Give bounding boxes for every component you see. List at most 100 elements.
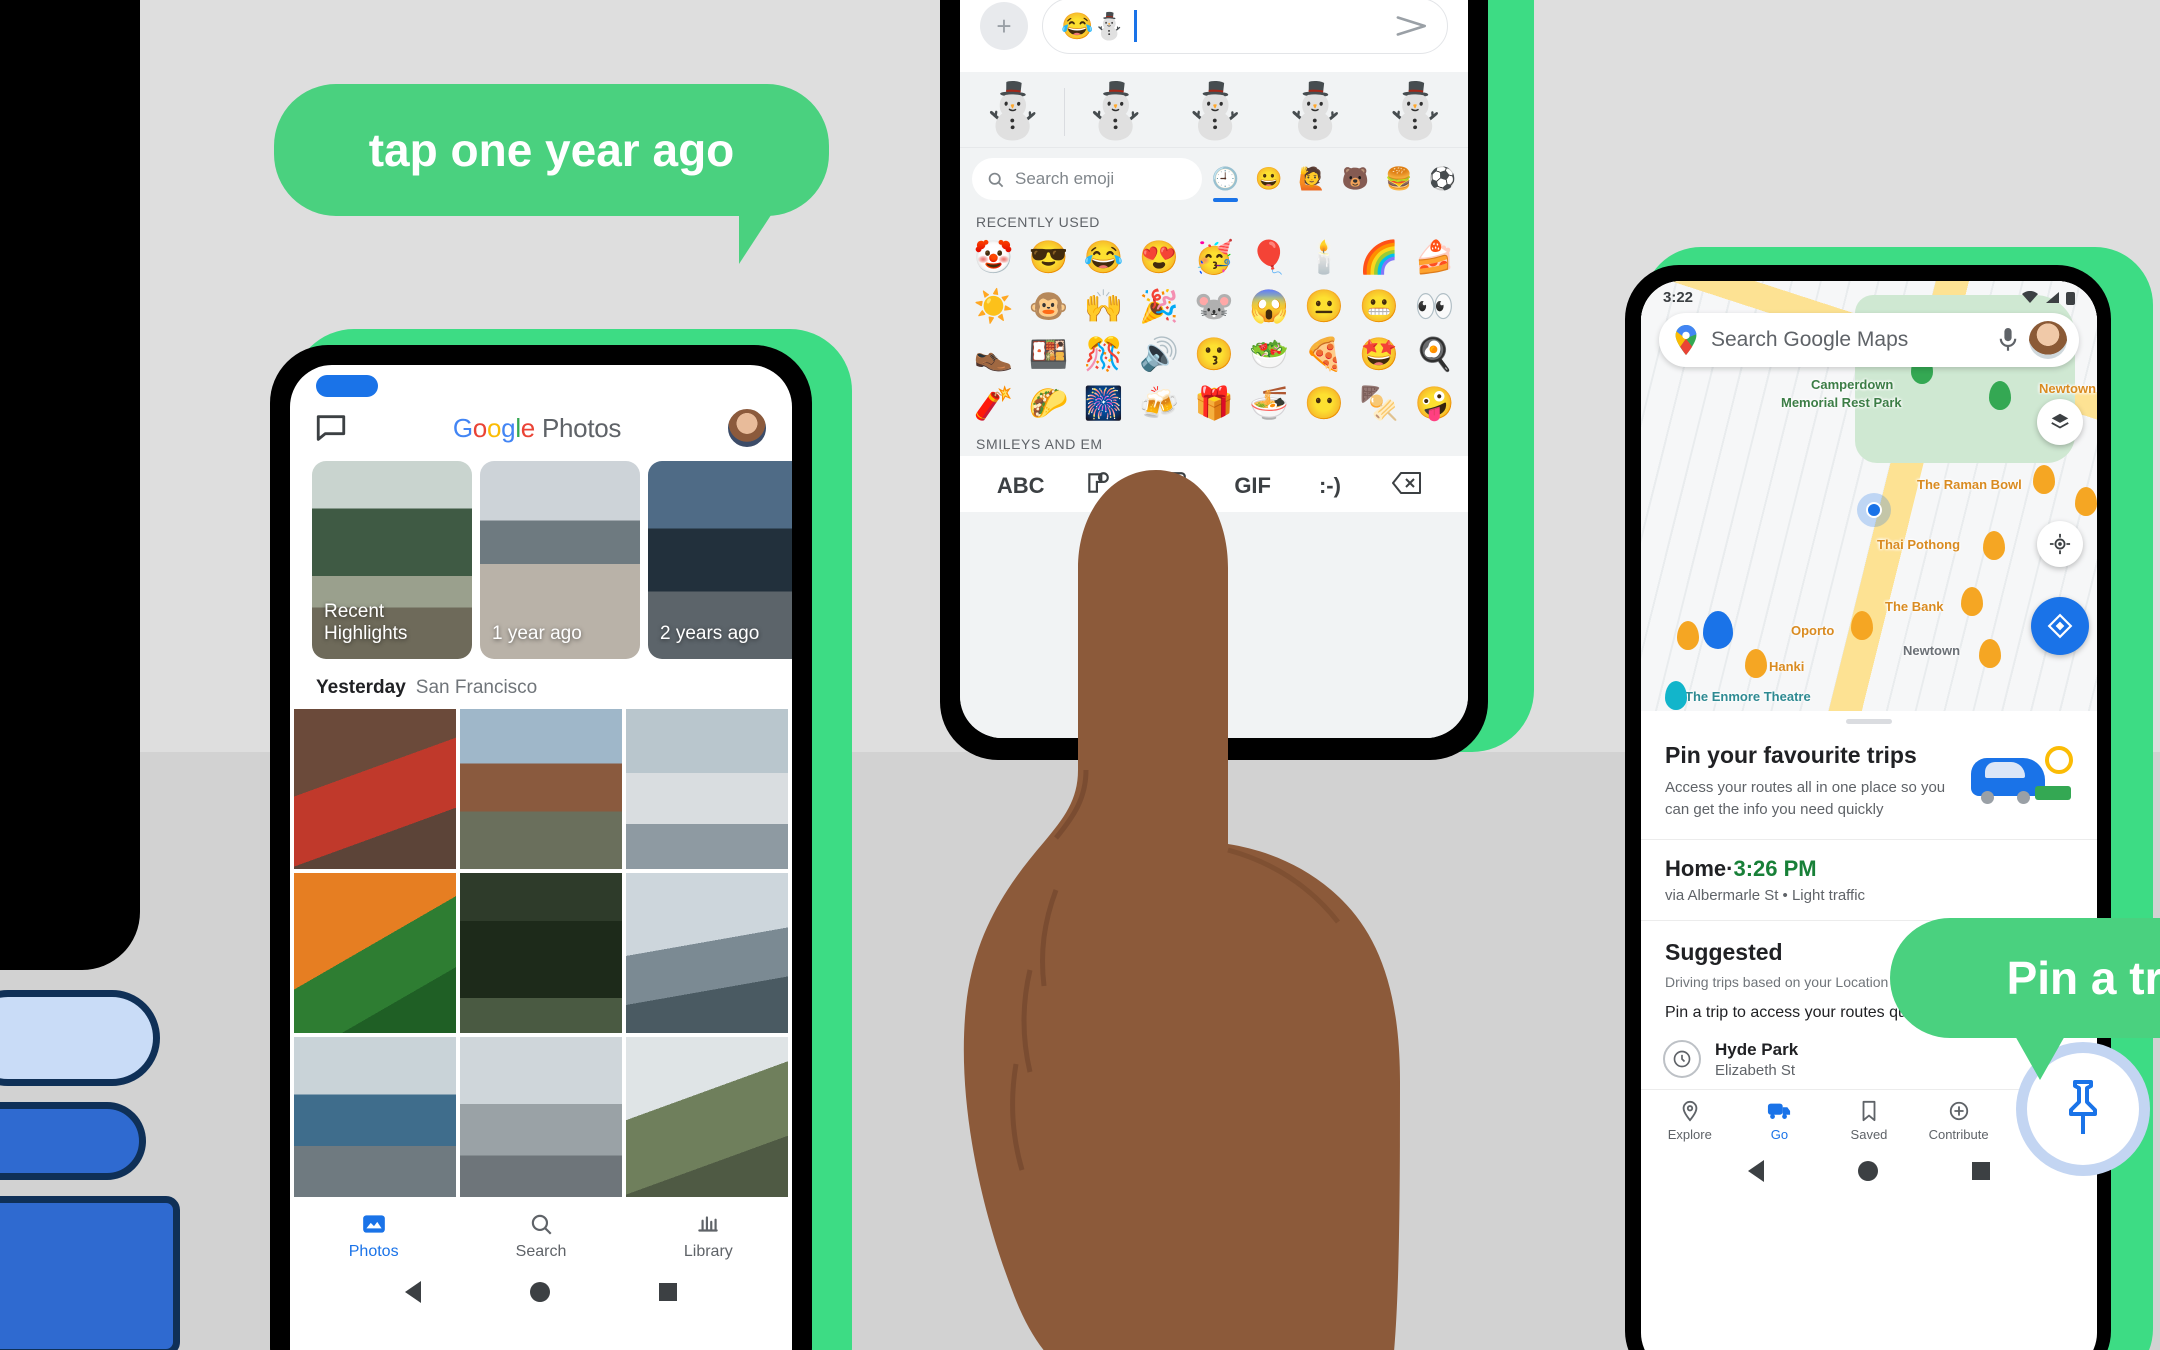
emoji-cell[interactable]: 🥳 bbox=[1186, 234, 1241, 280]
home-icon[interactable] bbox=[1858, 1160, 1878, 1181]
tab-explore[interactable]: Explore bbox=[1645, 1100, 1735, 1142]
emoji-category-tabs[interactable]: 🕘 😀 🙋 🐻 🍔 ⚽ bbox=[1212, 166, 1456, 203]
message-input[interactable]: 😂⛄ bbox=[1042, 0, 1448, 54]
photo-thumbnail[interactable] bbox=[294, 873, 456, 1033]
map-pin-hotel[interactable] bbox=[1703, 611, 1733, 649]
back-icon[interactable] bbox=[1748, 1159, 1764, 1182]
tab-library[interactable]: Library bbox=[625, 1211, 792, 1261]
map-pin[interactable] bbox=[2033, 465, 2055, 494]
photo-thumbnail[interactable] bbox=[294, 1037, 456, 1197]
emoji-cell[interactable]: 🙌 bbox=[1076, 283, 1131, 329]
activity-icon[interactable]: ⚽ bbox=[1429, 166, 1456, 192]
emoji-cell[interactable]: 🍜 bbox=[1242, 380, 1297, 426]
emoji-cell[interactable]: 😱 bbox=[1242, 283, 1297, 329]
layers-icon[interactable] bbox=[2037, 399, 2083, 445]
emoji-cell[interactable]: 🤩 bbox=[1352, 331, 1407, 377]
food-icon[interactable]: 🍔 bbox=[1385, 166, 1412, 192]
search-bar[interactable]: Search Google Maps bbox=[1659, 313, 2079, 367]
map-pin[interactable] bbox=[1989, 381, 2011, 410]
navigate-icon[interactable] bbox=[2031, 597, 2089, 655]
photo-thumbnail[interactable] bbox=[460, 1037, 622, 1197]
recent-clock-icon[interactable]: 🕘 bbox=[1212, 166, 1239, 203]
emoji-cell[interactable]: 🎈 bbox=[1242, 234, 1297, 280]
emoji-cell[interactable]: ☀️ bbox=[966, 283, 1021, 329]
my-location-icon[interactable] bbox=[2037, 521, 2083, 567]
emoji-cell[interactable]: 🎁 bbox=[1186, 380, 1241, 426]
mic-icon[interactable] bbox=[1999, 328, 2017, 352]
photo-grid[interactable] bbox=[290, 709, 792, 1197]
emoji-cell[interactable]: 🍕 bbox=[1297, 331, 1352, 377]
emoji-cell[interactable]: 😬 bbox=[1352, 283, 1407, 329]
emoji-cell[interactable]: 🔊 bbox=[1131, 331, 1186, 377]
send-icon[interactable] bbox=[1395, 13, 1429, 39]
sticker-suggestion[interactable]: ⛄ bbox=[1366, 81, 1464, 141]
memory-card-two-years-ago[interactable]: 2 years ago bbox=[648, 461, 792, 659]
emoji-cell[interactable]: 😂 bbox=[1076, 234, 1131, 280]
emoji-cell[interactable]: 🎉 bbox=[1131, 283, 1186, 329]
system-nav-bar[interactable] bbox=[1641, 1146, 2097, 1194]
sticker-suggestion[interactable]: ⛄ bbox=[964, 81, 1062, 141]
emoji-grid[interactable]: 🤡 😎 😂 😍 🥳 🎈 🕯️ 🌈 🍰 ☀️ 🐵 🙌 🎉 🐭 😱 😐 😬 👀 👞 … bbox=[960, 234, 1468, 426]
emoji-cell[interactable]: 😍 bbox=[1131, 234, 1186, 280]
person-icon[interactable]: 🙋 bbox=[1298, 166, 1325, 192]
emoji-cell[interactable]: 🍻 bbox=[1131, 380, 1186, 426]
map-viewport[interactable]: 3:22 Search Google Maps Camperdown Memor… bbox=[1641, 281, 2097, 711]
animal-icon[interactable]: 🐻 bbox=[1342, 166, 1369, 192]
tab-search[interactable]: Search bbox=[457, 1211, 624, 1261]
map-pin[interactable] bbox=[1961, 587, 1983, 616]
memory-card-one-year-ago[interactable]: 1 year ago bbox=[480, 461, 640, 659]
emoji-cell[interactable]: 🍱 bbox=[1021, 331, 1076, 377]
emoji-cell[interactable]: 🍳 bbox=[1407, 331, 1462, 377]
plus-icon[interactable]: + bbox=[980, 2, 1028, 50]
emoji-cell[interactable]: 🕯️ bbox=[1297, 234, 1352, 280]
map-pin-theatre[interactable] bbox=[1665, 681, 1687, 710]
photos-bottom-nav[interactable]: Photos Search Library bbox=[290, 1197, 792, 1267]
emoji-cell[interactable]: 🐵 bbox=[1021, 283, 1076, 329]
emoji-cell[interactable]: 😎 bbox=[1021, 234, 1076, 280]
emoji-cell[interactable]: 😐 bbox=[1297, 283, 1352, 329]
home-icon[interactable] bbox=[529, 1282, 550, 1302]
emoji-cell[interactable]: 🥗 bbox=[1242, 331, 1297, 377]
recents-icon[interactable] bbox=[1972, 1161, 1990, 1180]
avatar[interactable] bbox=[2029, 321, 2067, 359]
tab-go[interactable]: Go bbox=[1735, 1100, 1825, 1142]
chat-bubble-icon[interactable] bbox=[314, 411, 348, 445]
map-pin[interactable] bbox=[1745, 649, 1767, 678]
emoji-cell[interactable]: 🍢 bbox=[1352, 380, 1407, 426]
sticker-suggestion[interactable]: ⛄ bbox=[1266, 81, 1364, 141]
map-pin[interactable] bbox=[1851, 611, 1873, 640]
back-icon[interactable] bbox=[404, 1281, 421, 1303]
emoji-kitchen-strip[interactable]: ⛄ ⛄ ⛄ ⛄ ⛄ bbox=[960, 72, 1468, 149]
photo-thumbnail[interactable] bbox=[626, 1037, 788, 1197]
photo-thumbnail[interactable] bbox=[626, 873, 788, 1033]
photo-thumbnail[interactable] bbox=[460, 873, 622, 1033]
map-pin[interactable] bbox=[1979, 639, 2001, 668]
tab-photos[interactable]: Photos bbox=[290, 1211, 457, 1261]
memory-card-recent-highlights[interactable]: Recent Highlights bbox=[312, 461, 472, 659]
emoji-cell[interactable]: 😶 bbox=[1297, 380, 1352, 426]
photo-thumbnail[interactable] bbox=[294, 709, 456, 869]
system-nav-bar[interactable] bbox=[290, 1267, 792, 1315]
emoji-cell[interactable]: 👀 bbox=[1407, 283, 1462, 329]
smiley-icon[interactable]: 😀 bbox=[1255, 166, 1282, 192]
emoji-cell[interactable]: 🤡 bbox=[966, 234, 1021, 280]
emoji-cell[interactable]: 🧨 bbox=[966, 380, 1021, 426]
sticker-suggestion[interactable]: ⛄ bbox=[1067, 81, 1165, 141]
search-emoji-input[interactable]: Search emoji bbox=[972, 158, 1202, 201]
avatar[interactable] bbox=[726, 407, 768, 449]
emoji-cell[interactable]: 🌮 bbox=[1021, 380, 1076, 426]
recents-icon[interactable] bbox=[659, 1283, 678, 1301]
map-pin[interactable] bbox=[1677, 621, 1699, 650]
memories-carousel[interactable]: Recent Highlights 1 year ago 2 years ago bbox=[290, 461, 792, 659]
map-pin[interactable] bbox=[2075, 487, 2097, 516]
emoji-cell[interactable]: 🤪 bbox=[1407, 380, 1462, 426]
trip-row-home[interactable]: Home·3:26 PM via Albermarle St • Light t… bbox=[1641, 840, 2097, 921]
map-pin[interactable] bbox=[1983, 531, 2005, 560]
sticker-suggestion[interactable]: ⛄ bbox=[1167, 81, 1265, 141]
emoji-cell[interactable]: 👞 bbox=[966, 331, 1021, 377]
emoji-cell[interactable]: 😗 bbox=[1186, 331, 1241, 377]
emoji-cell[interactable]: 🎆 bbox=[1076, 380, 1131, 426]
promo-card[interactable]: Pin your favourite trips Access your rou… bbox=[1641, 724, 2097, 840]
emoji-cell[interactable]: 🌈 bbox=[1352, 234, 1407, 280]
emoji-cell[interactable]: 🍰 bbox=[1407, 234, 1462, 280]
